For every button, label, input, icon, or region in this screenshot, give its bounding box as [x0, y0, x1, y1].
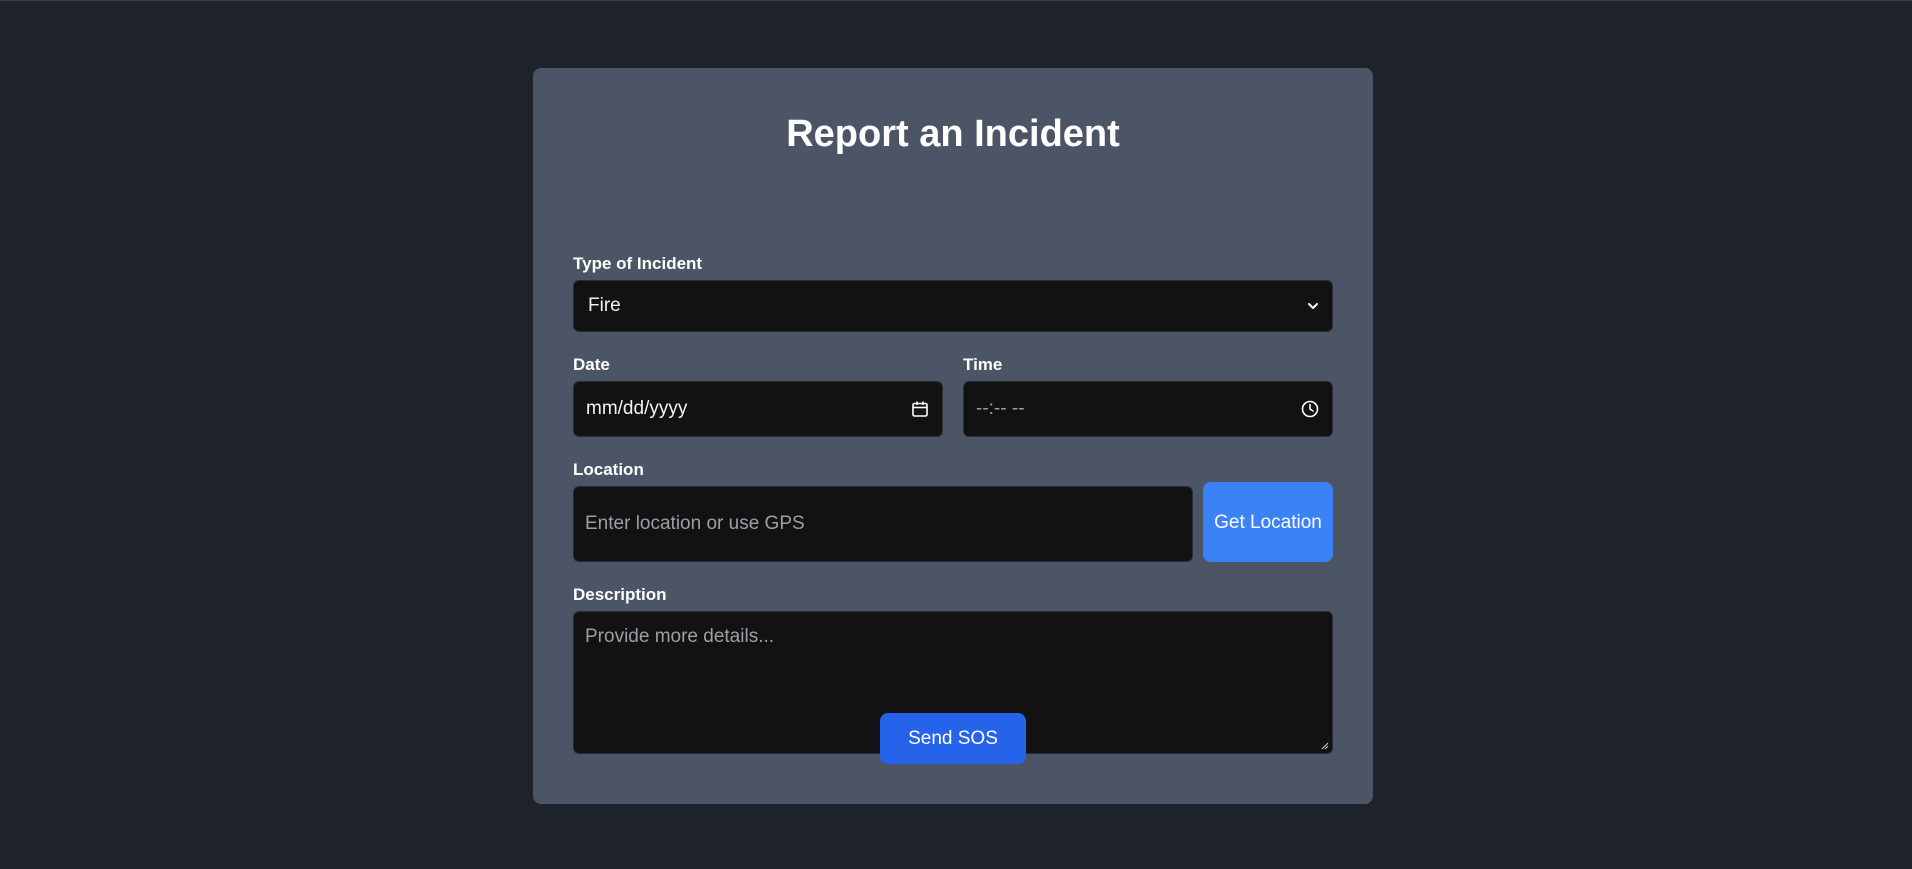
incident-type-value: Fire: [588, 295, 621, 316]
send-sos-button[interactable]: Send SOS: [880, 713, 1026, 764]
time-label: Time: [963, 355, 1003, 374]
location-placeholder: Enter location or use GPS: [585, 513, 805, 534]
description-placeholder: Provide more details...: [585, 626, 775, 647]
date-label: Date: [573, 355, 610, 374]
incident-type-label: Type of Incident: [573, 254, 703, 273]
location-input[interactable]: Enter location or use GPS: [573, 486, 1193, 562]
incident-type-select[interactable]: Fire: [573, 280, 1333, 332]
resize-handle-icon[interactable]: [1321, 742, 1329, 750]
get-location-button[interactable]: Get Location: [1203, 482, 1333, 562]
location-label: Location: [573, 460, 644, 479]
incident-report-card: Report an Incident Type of Incident Fire…: [533, 68, 1373, 804]
time-placeholder: --:-- --: [976, 398, 1025, 419]
description-label: Description: [573, 585, 667, 604]
chevron-down-icon: [1308, 303, 1318, 309]
page-title: Report an Incident: [786, 113, 1120, 155]
date-input[interactable]: mm/dd/yyyy: [573, 381, 943, 437]
top-divider: [0, 0, 1912, 1]
time-input[interactable]: --:-- --: [963, 381, 1333, 437]
date-placeholder: mm/dd/yyyy: [586, 398, 688, 419]
calendar-icon[interactable]: [910, 399, 930, 419]
clock-icon[interactable]: [1300, 399, 1320, 419]
